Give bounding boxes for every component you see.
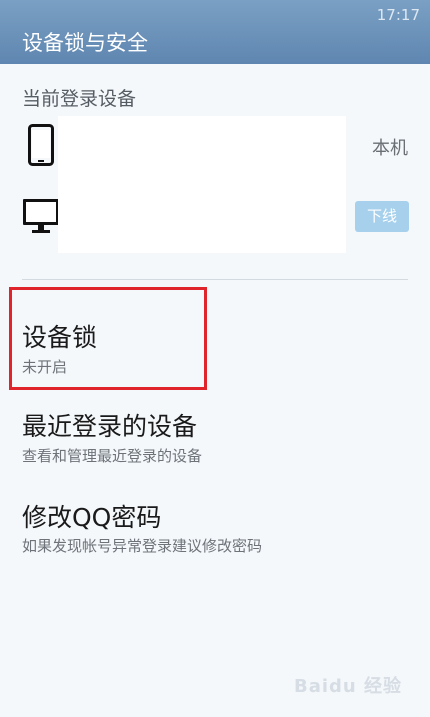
recent-devices-item[interactable]: 最近登录的设备 查看和管理最近登录的设备 xyxy=(0,395,430,470)
divider xyxy=(22,279,408,280)
device-name-redaction xyxy=(58,116,346,253)
recent-devices-subtitle: 查看和管理最近登录的设备 xyxy=(22,447,203,465)
recent-devices-title: 最近登录的设备 xyxy=(22,412,198,441)
change-password-item[interactable]: 修改QQ密码 如果发现帐号异常登录建议修改密码 xyxy=(0,490,430,565)
status-time: 17:17 xyxy=(376,6,420,24)
monitor-icon xyxy=(22,197,60,235)
phone-icon xyxy=(28,124,54,166)
page-title: 设备锁与安全 xyxy=(22,31,148,55)
highlight-annotation xyxy=(9,287,207,390)
app-header: 17:17 设备锁与安全 xyxy=(0,0,430,64)
current-devices-title: 当前登录设备 xyxy=(22,88,137,110)
change-password-subtitle: 如果发现帐号异常登录建议修改密码 xyxy=(22,537,263,555)
offline-button[interactable]: 下线 xyxy=(355,201,409,232)
change-password-title: 修改QQ密码 xyxy=(22,503,162,532)
baidu-watermark: Baidu 经验 xyxy=(293,676,402,697)
current-device-tag: 本机 xyxy=(372,138,408,159)
